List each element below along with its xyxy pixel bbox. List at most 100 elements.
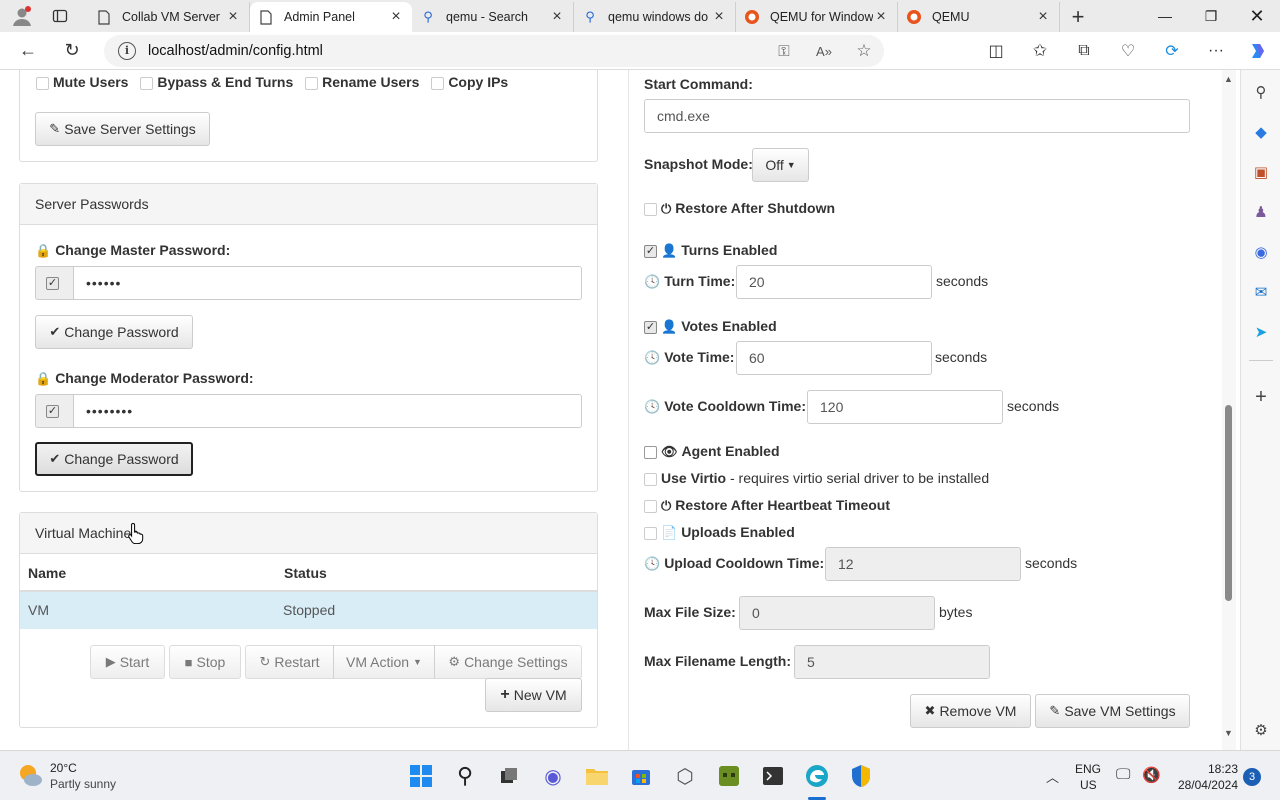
microsoft-store-icon[interactable]: [625, 760, 657, 792]
checkbox[interactable]: [140, 76, 154, 90]
snapshot-mode-dropdown[interactable]: Off ▼: [752, 148, 809, 182]
telegram-icon[interactable]: ➤: [1249, 320, 1273, 344]
more-menu-icon[interactable]: ···: [1200, 35, 1232, 67]
outlook-icon[interactable]: ✉: [1249, 280, 1273, 304]
back-arrow-icon[interactable]: ←: [10, 35, 46, 67]
change-moderator-password-button[interactable]: ✔ Change Password: [35, 442, 193, 476]
close-tab-icon[interactable]: ×: [873, 9, 889, 25]
favorite-star-icon[interactable]: ☆: [844, 41, 884, 61]
new-vm-button[interactable]: + New VM: [485, 678, 582, 712]
favorites-icon[interactable]: ✩: [1024, 35, 1056, 67]
package-box-icon[interactable]: ⬡: [669, 760, 701, 792]
edge-drop-icon[interactable]: ⟳: [1156, 35, 1188, 67]
checkbox[interactable]: [644, 526, 657, 540]
start-command-input[interactable]: cmd.exe: [644, 99, 1190, 133]
close-tab-icon[interactable]: ×: [711, 9, 727, 25]
profile-avatar-icon[interactable]: [0, 0, 44, 32]
split-screen-icon[interactable]: ◫: [980, 35, 1012, 67]
clock-date[interactable]: 28/04/2024: [1168, 778, 1238, 792]
minecraft-icon[interactable]: [713, 760, 745, 792]
volume-muted-icon[interactable]: 🔇: [1142, 766, 1161, 784]
checkbox[interactable]: [305, 76, 319, 90]
refresh-icon[interactable]: ↻: [54, 35, 90, 67]
max-filename-length-input[interactable]: 5: [794, 645, 990, 679]
site-info-icon[interactable]: i: [118, 42, 136, 60]
checkbox-checked[interactable]: ✓: [644, 320, 657, 334]
checkbox-checked[interactable]: ✓: [46, 276, 59, 290]
sidebar-settings-gear-icon[interactable]: ⚙: [1249, 718, 1273, 742]
toolbox-icon[interactable]: ▣: [1249, 160, 1273, 184]
restart-vm-button[interactable]: ↻ Restart: [245, 645, 334, 679]
collections-icon[interactable]: ⧉: [1068, 35, 1100, 67]
browser-essentials-icon[interactable]: ♡: [1112, 35, 1144, 67]
scroll-down-arrow-icon[interactable]: ▼: [1224, 728, 1233, 738]
checkbox-checked[interactable]: ✓: [644, 244, 657, 258]
browser-tab[interactable]: Collab VM Server ×: [88, 2, 250, 32]
terminal-icon[interactable]: [757, 760, 789, 792]
close-tab-icon[interactable]: ×: [388, 9, 404, 25]
browser-tab-active[interactable]: Admin Panel ×: [250, 2, 412, 32]
checkbox[interactable]: [644, 445, 657, 459]
master-password-input[interactable]: ••••••: [73, 266, 582, 300]
checkbox[interactable]: [644, 202, 657, 216]
read-aloud-icon[interactable]: A»: [804, 44, 844, 59]
checkbox[interactable]: [36, 76, 49, 90]
chevron-up-icon[interactable]: ︿: [1046, 767, 1059, 786]
weather-sun-icon[interactable]: [16, 761, 44, 789]
browser-tab[interactable]: QEMU ×: [898, 2, 1060, 32]
checkbox[interactable]: [644, 499, 657, 513]
windows-start-icon[interactable]: [405, 760, 437, 792]
upload-cooldown-input[interactable]: 12: [825, 547, 1021, 581]
close-tab-icon[interactable]: ×: [225, 9, 241, 25]
search-icon[interactable]: ⚲: [449, 760, 481, 792]
browser-tab[interactable]: QEMU for Window ×: [736, 2, 898, 32]
copilot-icon[interactable]: [1242, 35, 1274, 67]
change-settings-button[interactable]: ⚙ Change Settings: [434, 645, 582, 679]
moderator-password-input[interactable]: ••••••••: [73, 394, 582, 428]
table-row[interactable]: VM Stopped: [20, 592, 597, 629]
edge-browser-icon[interactable]: [801, 760, 833, 792]
vote-time-input[interactable]: 60: [736, 341, 932, 375]
network-icon[interactable]: 🖵: [1116, 766, 1130, 783]
games-icon[interactable]: ♟: [1249, 200, 1273, 224]
language-bottom[interactable]: US: [1080, 778, 1097, 792]
remove-vm-button[interactable]: ✖ Remove VM: [910, 694, 1031, 728]
browser-tab[interactable]: ⚲ qemu windows do ×: [574, 2, 736, 32]
page-scrollbar[interactable]: ▲ ▼: [1222, 70, 1236, 750]
microsoft-365-icon[interactable]: ◉: [1249, 240, 1273, 264]
max-file-size-input[interactable]: 0: [739, 596, 935, 630]
add-sidebar-app-icon[interactable]: +: [1249, 385, 1273, 409]
close-tab-icon[interactable]: ×: [549, 9, 565, 25]
checkbox[interactable]: [431, 76, 445, 90]
vote-cooldown-input[interactable]: 120: [807, 390, 1003, 424]
scroll-up-arrow-icon[interactable]: ▲: [1224, 74, 1233, 84]
close-window-icon[interactable]: ✕: [1234, 0, 1280, 32]
change-master-password-button[interactable]: ✔ Change Password: [35, 315, 193, 349]
stop-vm-button[interactable]: ■ Stop: [169, 645, 241, 679]
new-tab-button[interactable]: +: [1060, 2, 1096, 32]
checkbox-checked[interactable]: ✓: [46, 404, 59, 418]
key-icon[interactable]: ⚿: [764, 43, 804, 60]
start-vm-button[interactable]: ▶ Start: [90, 645, 165, 679]
language-top[interactable]: ENG: [1075, 762, 1101, 776]
clock-time[interactable]: 18:23: [1176, 762, 1238, 776]
security-shield-icon[interactable]: [845, 760, 877, 792]
vm-action-dropdown[interactable]: VM Action ▼: [333, 645, 435, 679]
task-view-icon[interactable]: [493, 760, 525, 792]
notification-badge[interactable]: 3: [1243, 768, 1261, 786]
file-explorer-icon[interactable]: [581, 760, 613, 792]
minimize-icon[interactable]: —: [1142, 0, 1188, 32]
browser-tab[interactable]: ⚲ qemu - Search ×: [412, 2, 574, 32]
checkbox[interactable]: [644, 472, 657, 486]
close-tab-icon[interactable]: ×: [1035, 9, 1051, 25]
tab-actions-icon[interactable]: [44, 0, 76, 32]
scrollbar-thumb[interactable]: [1225, 405, 1232, 601]
save-server-settings-button[interactable]: ✎ Save Server Settings: [35, 112, 210, 146]
restore-icon[interactable]: ❐: [1188, 0, 1234, 32]
save-vm-settings-button[interactable]: ✎ Save VM Settings: [1035, 694, 1190, 728]
turn-time-input[interactable]: 20: [736, 265, 932, 299]
shopping-tag-icon[interactable]: ◆: [1249, 120, 1273, 144]
url-field[interactable]: i localhost/admin/config.html ⚿ A» ☆: [104, 35, 884, 67]
search-icon[interactable]: ⚲: [1249, 80, 1273, 104]
chat-icon[interactable]: ◉: [537, 760, 569, 792]
